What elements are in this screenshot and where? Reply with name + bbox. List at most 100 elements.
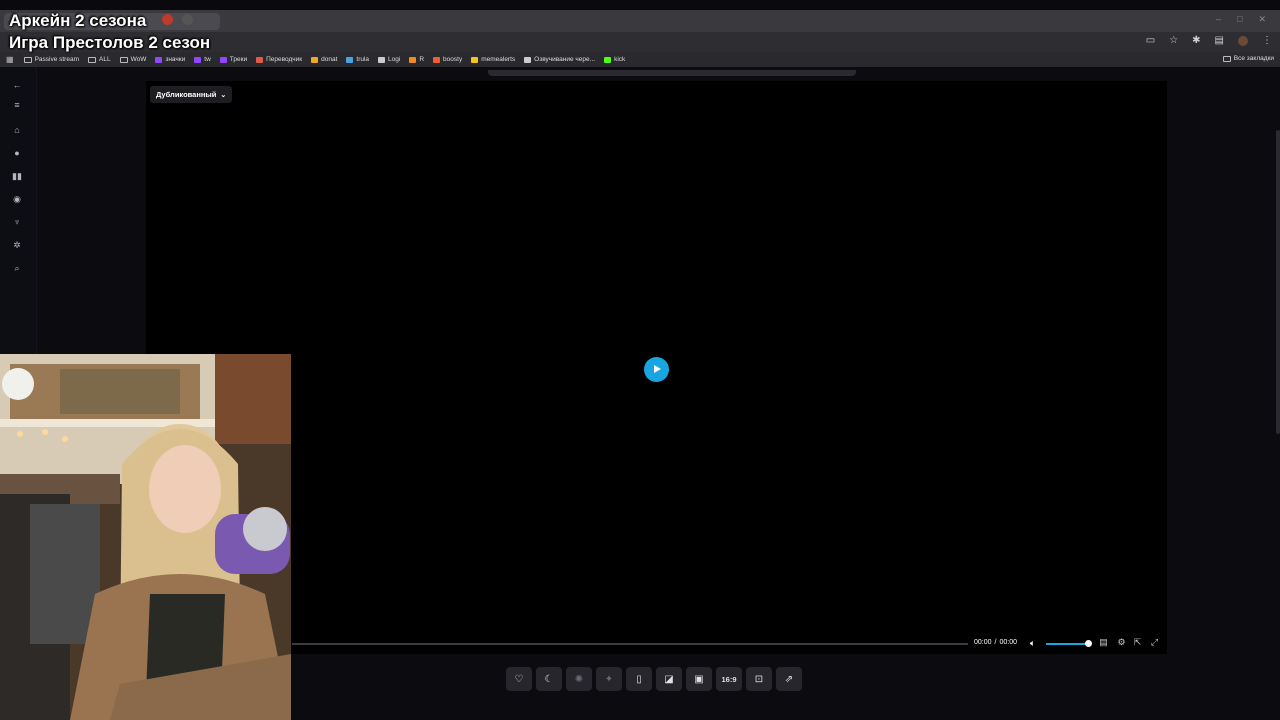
bookmark-label: memealerts <box>481 56 516 63</box>
picture-in-picture-button[interactable]: ▣ <box>686 667 712 691</box>
contrast-button[interactable]: ✦ <box>596 667 622 691</box>
overlay-title-line2: Игра Престолов 2 сезон <box>9 33 211 52</box>
bookmark-item[interactable]: Logi <box>378 56 400 63</box>
bookmark-label: WoW <box>130 56 147 63</box>
bookmark-item[interactable]: Треки <box>219 56 248 63</box>
bookmark-label: R <box>419 56 425 63</box>
bookmarks-bar: ▦ Passive stream ALL WoW значки tw Треки Перев… <box>0 52 1280 67</box>
r-icon <box>409 56 417 63</box>
bookmark-label: boosty <box>443 56 463 63</box>
page-scrollbar[interactable] <box>1276 130 1280 434</box>
twitch-icon <box>194 56 202 63</box>
page-icon <box>524 56 532 63</box>
settings-icon[interactable]: ✲ <box>11 239 23 251</box>
bookmark-item[interactable]: boosty <box>433 56 462 63</box>
minimize-icon[interactable]: – <box>1216 14 1221 25</box>
back-icon[interactable]: ← <box>11 79 23 91</box>
apps-grid-icon[interactable]: ▦ <box>6 55 14 64</box>
toolbar-actions: ▭ ☆ ✱ ▤ ⋮ <box>1146 35 1272 46</box>
translate-icon <box>256 56 264 63</box>
search-icon[interactable]: ⌕ <box>11 262 23 274</box>
close-icon[interactable]: ✕ <box>1258 14 1266 25</box>
volume-knob[interactable] <box>1085 640 1092 647</box>
time-total: 00:00 <box>999 639 1018 646</box>
maximize-icon[interactable]: □ <box>1237 14 1242 25</box>
folder-icon <box>1222 55 1231 62</box>
webcam-scene-image <box>0 354 291 720</box>
subtitles-icon[interactable]: ▤ <box>1098 637 1109 648</box>
bookmark-label: Озвучивание чере... <box>534 56 596 63</box>
webcam-overlay <box>0 354 291 720</box>
bookmark-label: Passive stream <box>34 56 79 63</box>
time-current: 00:00 <box>974 639 992 646</box>
bookmark-item[interactable]: R <box>409 56 424 63</box>
screenshot-button[interactable]: ⊡ <box>746 667 772 691</box>
bookmark-item[interactable]: WoW <box>119 56 147 63</box>
fire-icon[interactable]: ● <box>11 147 23 159</box>
favorite-button[interactable]: ♡ <box>506 667 532 691</box>
time-separator: / <box>994 639 997 646</box>
volume-icon[interactable]: 🔈︎ <box>1030 638 1035 649</box>
external-link-button[interactable]: ⇗ <box>776 667 802 691</box>
bookmark-item[interactable]: ALL <box>88 56 111 63</box>
bookmark-item[interactable]: donat <box>311 56 337 63</box>
bookmark-label: kick <box>614 56 626 63</box>
columns-icon: ▯ <box>636 673 642 685</box>
bookmark-item[interactable]: memealerts <box>471 56 515 63</box>
split-view-button[interactable]: ▯ <box>626 667 652 691</box>
player-tools: ♡ ☾ ✺ ✦ ▯ ◪ ▣ 16:9 ⊡ ⇗ <box>506 667 802 691</box>
aspect-ratio-button[interactable]: 16:9 <box>716 667 742 691</box>
book-icon[interactable]: ▮▮ <box>11 170 23 182</box>
extensions-icon[interactable]: ✱ <box>1192 35 1200 46</box>
progress-bar[interactable] <box>292 643 968 645</box>
bookmark-item[interactable]: Passive stream <box>23 56 79 63</box>
night-mode-button[interactable]: ☾ <box>536 667 562 691</box>
bookmark-item[interactable]: trula <box>346 56 369 63</box>
top-drag-handle[interactable] <box>488 70 856 76</box>
menu-icon[interactable]: ⋮ <box>1262 35 1272 46</box>
bookmark-label: значки <box>165 56 186 63</box>
compass-icon[interactable]: ◉ <box>11 193 23 205</box>
memealerts-icon <box>471 56 479 63</box>
brightness-button[interactable]: ✺ <box>566 667 592 691</box>
bookmark-label: tw <box>204 56 211 63</box>
twitch-icon <box>219 56 227 63</box>
bookmark-label: Треки <box>229 56 248 63</box>
all-bookmarks-label: Все закладки <box>1233 55 1274 62</box>
all-bookmarks-button[interactable]: Все закладки <box>1222 55 1274 62</box>
heart-icon: ♡ <box>514 673 524 685</box>
donat-icon <box>311 56 319 63</box>
bookmark-item[interactable]: значки <box>155 56 185 63</box>
media-icon[interactable]: ▤ <box>1215 35 1224 46</box>
trula-icon <box>346 56 354 63</box>
bookmark-item[interactable]: Озвучивание чере... <box>524 56 595 63</box>
popout-icon[interactable]: ⇱ <box>1132 637 1143 648</box>
boosty-icon <box>433 56 441 63</box>
volume-slider[interactable] <box>1046 643 1088 645</box>
bookmark-item[interactable]: tw <box>194 56 211 63</box>
folder-icon <box>88 56 96 63</box>
voice-select-label: Дубликованный <box>156 90 217 99</box>
bookmark-label: ALL <box>99 56 111 63</box>
home-icon[interactable]: ⌂ <box>11 124 23 136</box>
bookmark-item[interactable]: kick <box>604 56 625 63</box>
bookmark-label: trula <box>356 56 370 63</box>
settings-gear-icon[interactable]: ⚙ <box>1116 637 1127 648</box>
chevron-down-icon: ⌄ <box>220 91 227 99</box>
overlay-title-line1: Аркейн 2 сезона <box>9 11 147 30</box>
bookmark-item[interactable]: Переводчик <box>256 56 302 63</box>
fullscreen-icon[interactable]: ⤢ <box>1149 637 1160 648</box>
play-button[interactable] <box>644 357 669 382</box>
hamburger-menu-icon[interactable]: ≡ <box>11 99 23 111</box>
crop-icon: ◪ <box>664 673 674 685</box>
crop-button[interactable]: ◪ <box>656 667 682 691</box>
logi-icon <box>378 56 386 63</box>
trophy-icon[interactable]: ♆ <box>11 216 23 228</box>
cast-icon[interactable]: ▭ <box>1146 35 1155 46</box>
folder-icon <box>23 56 32 63</box>
new-tab-icon[interactable] <box>182 14 193 25</box>
star-icon[interactable]: ☆ <box>1169 35 1178 46</box>
avatar[interactable] <box>1238 35 1248 46</box>
voice-select-dropdown[interactable]: Дубликованный ⌄ <box>150 86 233 103</box>
bookmark-label: Переводчик <box>266 56 303 63</box>
